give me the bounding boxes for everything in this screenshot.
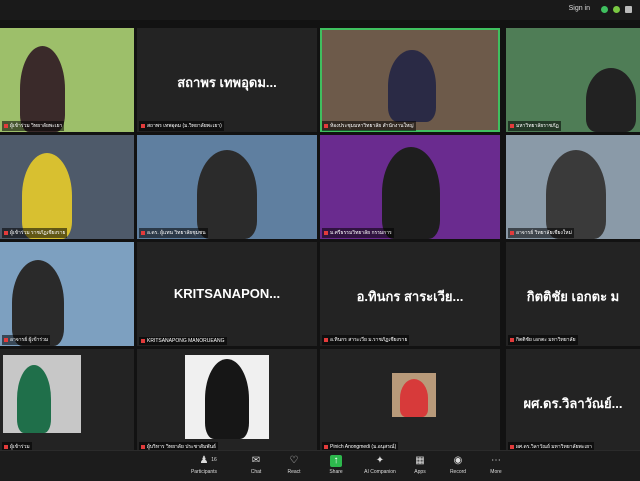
- participant-caption: ม.ศรีธรรมวิทยาลัย กรรมการ: [322, 228, 394, 238]
- react-icon: ♡: [289, 455, 299, 466]
- participant-video-frame: [3, 355, 81, 433]
- security-icon: [601, 6, 608, 13]
- participant-tile[interactable]: ผู้เข้าร่วม: [0, 349, 134, 453]
- participant-caption: สถาพร เทพอุดม (ม.วิทยาลัยพะเยา): [139, 121, 224, 131]
- participant-video: [586, 68, 636, 132]
- participant-tile[interactable]: อาจารย์ วิทยาลัยเชียงใหม่: [506, 135, 640, 239]
- participant-video: [205, 359, 249, 439]
- participant-video: [12, 260, 64, 346]
- meeting-toolbar: ♟ Participants 16 ✉ Chat ♡ React ↑ Share…: [0, 450, 640, 481]
- participant-tile[interactable]: Pinich Anongmedi (ม.อนุสรณ์): [320, 349, 500, 453]
- participant-caption: อ.ทินกร สาระเวีย ม.ราชภัฏเชียงราย: [322, 335, 410, 345]
- sign-in-link[interactable]: Sign in: [569, 5, 590, 12]
- participant-name: กิตติชัย เอกตะ ม: [526, 289, 620, 304]
- participant-caption: ห้องประชุมมหาวิทยาลัย สำนักงานใหญ่: [322, 121, 416, 131]
- participant-caption: อ.ดร. ผู้แทน วิทยาลัยชุมชน: [139, 228, 208, 238]
- participant-tile-active[interactable]: ห้องประชุมมหาวิทยาลัย สำนักงานใหญ่: [320, 28, 500, 132]
- participants-count: 16: [211, 457, 217, 463]
- record-icon: ◉: [453, 455, 463, 466]
- apps-button[interactable]: ▦ Apps: [402, 455, 438, 475]
- more-icon: ⋯: [491, 455, 501, 466]
- video-grid: ผู้เข้าร่วม วิทยาลัยพะเยา สถาพร เทพอุดม.…: [0, 28, 640, 453]
- view-icon[interactable]: [613, 6, 620, 13]
- ai-companion-button[interactable]: ✦ AI Companion: [360, 455, 400, 475]
- participant-caption: ผู้เข้าร่วม วิทยาลัยพะเยา: [2, 121, 65, 131]
- participant-video: [197, 150, 257, 239]
- react-button[interactable]: ♡ React: [276, 455, 312, 475]
- participant-video: [20, 46, 65, 132]
- participant-video: [22, 153, 72, 239]
- share-button[interactable]: ↑ Share: [318, 455, 354, 475]
- participant-name: อ.ทินกร สาระเวีย...: [356, 289, 464, 304]
- participant-video-frame: [185, 355, 269, 439]
- participant-video: [400, 379, 428, 417]
- participant-video: [388, 50, 436, 122]
- top-bar: Sign in: [0, 0, 640, 20]
- participant-tile[interactable]: อ.ดร. ผู้แทน วิทยาลัยชุมชน: [137, 135, 317, 239]
- apps-icon: ▦: [415, 455, 425, 466]
- participant-caption: กิตติชัย เอกตะ มหาวิทยาลัย: [508, 335, 578, 345]
- participant-tile[interactable]: ผู้บริหาร วิทยาลัย ประชาสัมพันธ์: [137, 349, 317, 453]
- chat-icon: ✉: [251, 455, 261, 466]
- participant-name: ผศ.ดร.วิลาวัณย์...: [523, 396, 623, 411]
- participant-video: [546, 150, 606, 239]
- participant-caption: ผู้เข้าร่วม ราชภัฏเชียงราย: [2, 228, 68, 238]
- participant-tile[interactable]: อาจารย์ ผู้เข้าร่วม: [0, 242, 134, 346]
- participant-video: [382, 147, 440, 239]
- more-button[interactable]: ⋯ More: [478, 455, 514, 475]
- participant-caption: อาจารย์ วิทยาลัยเชียงใหม่: [508, 228, 574, 238]
- participant-tile[interactable]: กิตติชัย เอกตะ ม กิตติชัย เอกตะ มหาวิทยา…: [506, 242, 640, 346]
- participant-tile[interactable]: ม.ศรีธรรมวิทยาลัย กรรมการ: [320, 135, 500, 239]
- participant-video: [17, 365, 51, 433]
- share-icon: ↑: [330, 455, 342, 467]
- participant-tile[interactable]: ผศ.ดร.วิลาวัณย์... ผศ.ดร.วิลาวัณย์ มหาวิ…: [506, 349, 640, 453]
- participant-caption: KRITSANAPONG MANORUEANG: [139, 337, 227, 345]
- participant-tile[interactable]: อ.ทินกร สาระเวีย... อ.ทินกร สาระเวีย ม.ร…: [320, 242, 500, 346]
- participant-caption: อาจารย์ ผู้เข้าร่วม: [2, 335, 51, 345]
- participant-name: KRITSANAPON...: [173, 286, 281, 301]
- participant-tile[interactable]: ผู้เข้าร่วม วิทยาลัยพะเยา: [0, 28, 134, 132]
- participant-tile[interactable]: มหาวิทยาลัยราชภัฏ: [506, 28, 640, 132]
- participant-video-frame: [392, 373, 436, 417]
- participant-tile[interactable]: สถาพร เทพอุดม... สถาพร เทพอุดม (ม.วิทยาล…: [137, 28, 317, 132]
- participant-caption: มหาวิทยาลัยราชภัฏ: [508, 121, 561, 131]
- record-button[interactable]: ◉ Record: [440, 455, 476, 475]
- chat-button[interactable]: ✉ Chat: [238, 455, 274, 475]
- participant-tile[interactable]: ผู้เข้าร่วม ราชภัฏเชียงราย: [0, 135, 134, 239]
- ai-companion-icon: ✦: [375, 455, 385, 466]
- participant-name: สถาพร เทพอุดม...: [177, 75, 277, 90]
- participant-tile[interactable]: KRITSANAPON... KRITSANAPONG MANORUEANG: [137, 242, 317, 346]
- fullscreen-icon[interactable]: [625, 6, 632, 13]
